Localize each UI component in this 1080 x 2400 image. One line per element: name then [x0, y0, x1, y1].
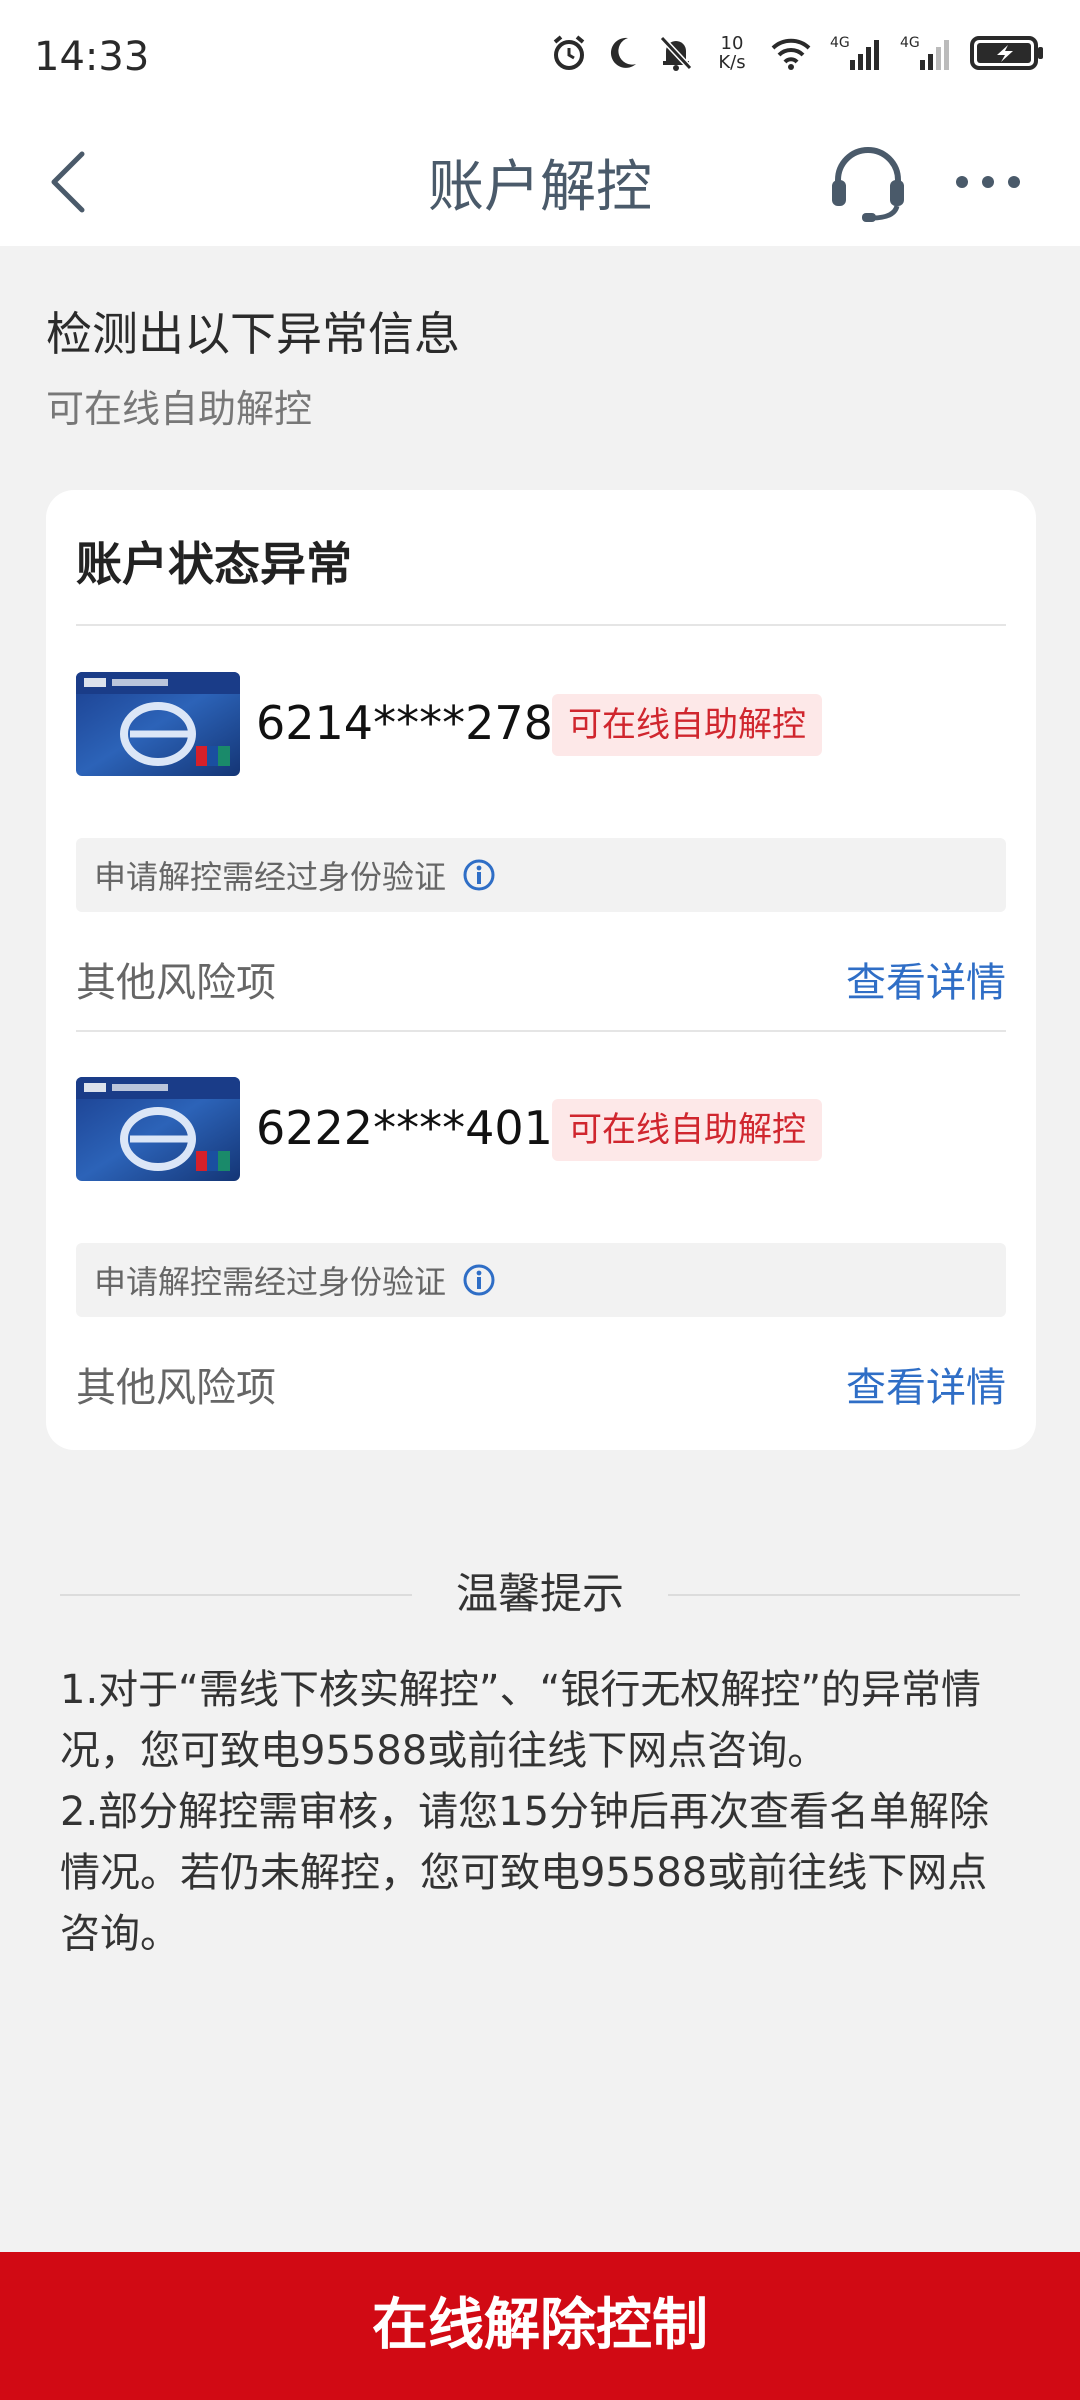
intro-title: 检测出以下异常信息: [46, 307, 460, 361]
status-icons: 10 K/s 4G 4G: [550, 34, 1046, 72]
signal-icon: 4G: [830, 35, 879, 70]
net-speed-value: 10: [720, 33, 744, 54]
status-badge: 可在线自助解控: [552, 694, 822, 756]
verify-note-text: 申请解控需经过身份验证: [94, 858, 447, 896]
mute-icon: [659, 35, 693, 71]
account-item: 6222****4011 可在线自助解控 申请解控需经过身份验证 其他风险项 查…: [76, 1077, 1006, 1457]
verify-note: 申请解控需经过身份验证: [76, 838, 1006, 912]
view-details-link[interactable]: 查看详情: [846, 950, 1006, 1008]
tips-title: 温馨提示: [455, 1569, 624, 1618]
card-divider: [76, 624, 1006, 626]
back-arrow-icon[interactable]: [40, 144, 100, 220]
page-title: 账户解控: [428, 155, 652, 220]
tip-item: 2.部分解控需审核，请您15分钟后再次查看名单解除情况。若仍未解控，您可致电95…: [60, 1789, 990, 1957]
status-bar: 14:33 10 K/s 4G 4G: [0, 0, 1080, 118]
battery-icon: [970, 36, 1043, 70]
alarm-icon: [553, 35, 585, 70]
headset-icon[interactable]: [828, 140, 908, 224]
account-item: 6214****2780 可在线自助解控 申请解控需经过身份验证 其他风险项 查…: [76, 672, 1006, 1052]
risk-label: 其他风险项: [76, 960, 276, 1006]
account-number: 6222****4011: [256, 1101, 583, 1155]
account-status-card: 账户状态异常 6214****2780 可在线自助解控 申请解控需经过身份验证 …: [46, 490, 1036, 1450]
status-badge: 可在线自助解控: [552, 1099, 822, 1161]
risk-label: 其他风险项: [76, 1365, 276, 1411]
card-title: 账户状态异常: [76, 537, 352, 591]
wifi-icon: [771, 38, 811, 70]
info-icon[interactable]: [462, 858, 496, 892]
net-speed: 10 K/s: [712, 34, 752, 72]
unfreeze-online-button[interactable]: 在线解除控制: [0, 2252, 1080, 2400]
tips-body: 1.对于“需线下核实解控”、“银行无权解控”的异常情况，您可致电95588或前往…: [60, 1660, 1020, 1965]
view-details-link[interactable]: 查看详情: [846, 1355, 1006, 1413]
account-number: 6214****2780: [256, 696, 583, 750]
signal-icon-2: 4G: [900, 35, 949, 70]
network-label-2: 4G: [900, 35, 920, 51]
bank-card-icon: [76, 1077, 240, 1181]
more-icon[interactable]: [952, 158, 1024, 206]
status-time: 14:33: [34, 34, 150, 80]
bank-card-icon: [76, 672, 240, 776]
info-icon[interactable]: [462, 1263, 496, 1297]
verify-note: 申请解控需经过身份验证: [76, 1243, 1006, 1317]
net-speed-unit: K/s: [718, 52, 746, 73]
verify-note-text: 申请解控需经过身份验证: [94, 1263, 447, 1301]
tip-item: 1.对于“需线下核实解控”、“银行无权解控”的异常情况，您可致电95588或前往…: [60, 1667, 982, 1774]
intro-subtitle: 可在线自助解控: [46, 387, 313, 431]
network-label-1: 4G: [830, 35, 850, 51]
moon-icon: [610, 37, 636, 68]
account-divider: [76, 1030, 1006, 1032]
nav-bar: 账户解控: [0, 118, 1080, 246]
